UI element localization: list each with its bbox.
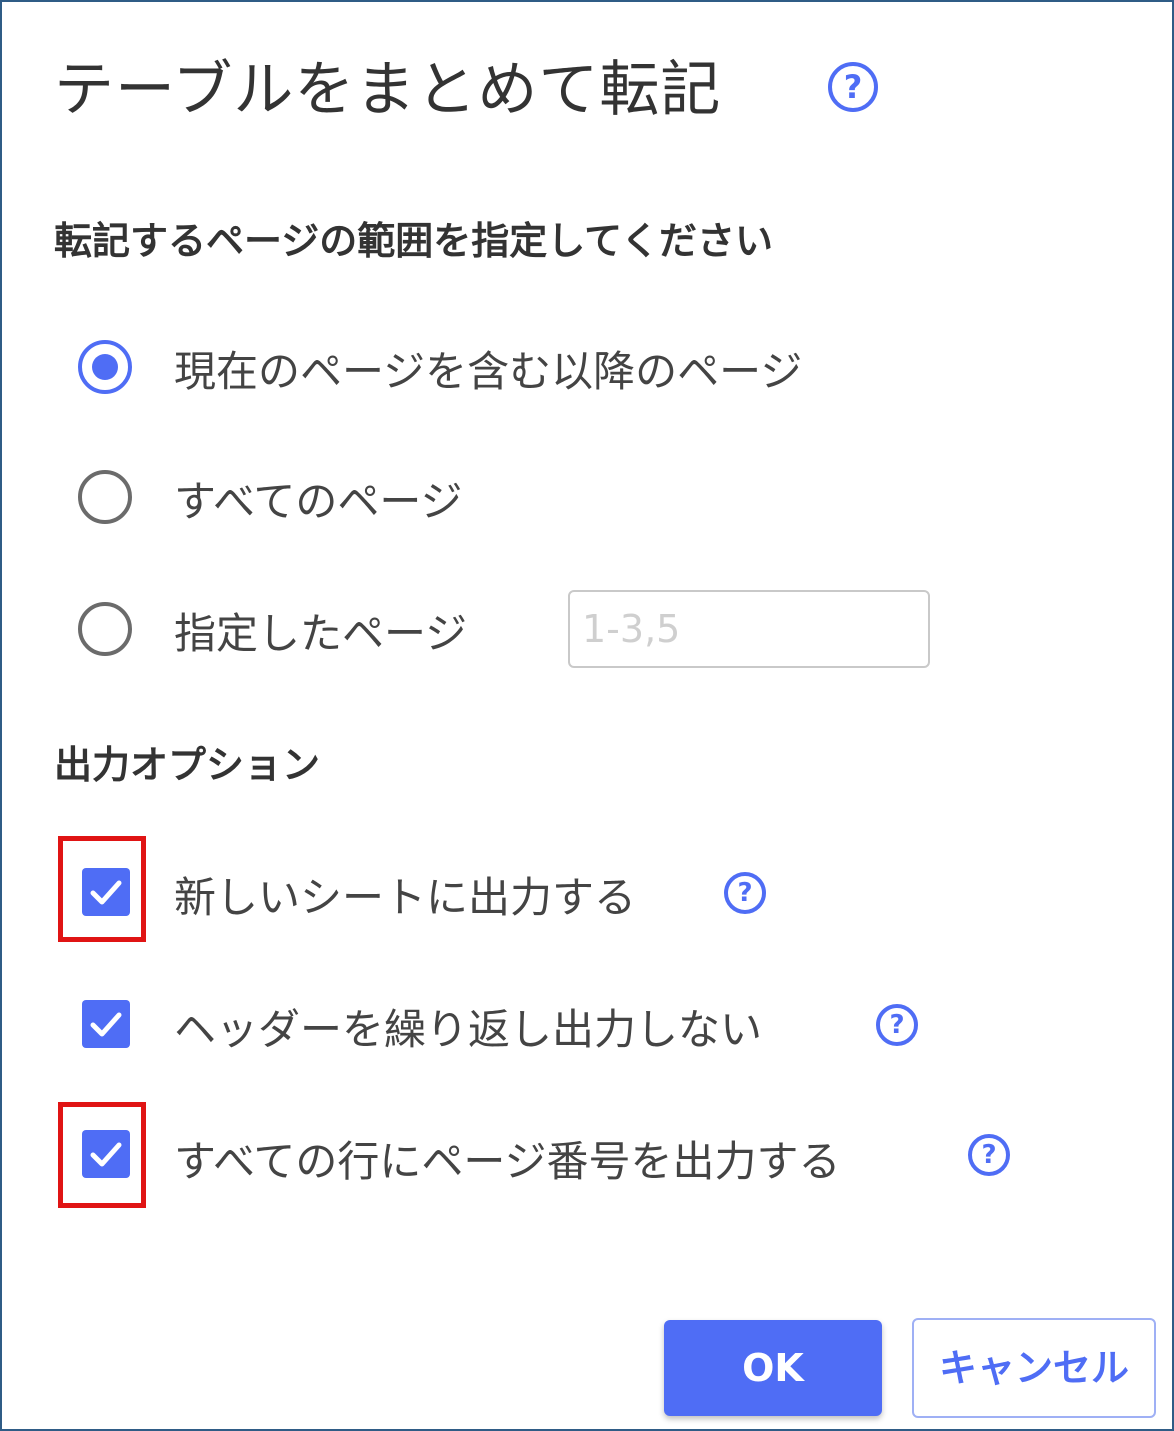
checkmark-icon [90, 1142, 122, 1167]
dialog-title: テーブルをまとめて転記 [54, 55, 722, 125]
checkbox-label-output-new-sheet[interactable]: 新しいシートに出力する [174, 864, 636, 925]
radio-label-specified-pages[interactable]: 指定したページ [174, 600, 467, 661]
radio-current-and-following-pages[interactable] [78, 340, 132, 394]
help-icon-new-sheet[interactable]: ? [724, 872, 766, 914]
radio-specified-pages[interactable] [78, 602, 132, 656]
transcribe-tables-dialog: テーブルをまとめて転記 ? 転記するページの範囲を指定してください 現在のページ… [0, 0, 1174, 1431]
title-help-icon[interactable]: ? [828, 62, 878, 112]
checkbox-output-new-sheet[interactable] [82, 868, 130, 916]
ok-button[interactable]: OK [664, 1320, 882, 1416]
radio-all-pages[interactable] [78, 470, 132, 524]
help-icon-page-number[interactable]: ? [968, 1134, 1010, 1176]
radio-label-current-and-following-pages[interactable]: 現在のページを含む以降のページ [174, 338, 802, 399]
radio-selected-dot [92, 354, 118, 380]
checkbox-label-no-repeat-header[interactable]: ヘッダーを繰り返し出力しない [174, 996, 762, 1057]
checkbox-no-repeat-header[interactable] [82, 1000, 130, 1048]
checkmark-icon [90, 1012, 122, 1037]
checkbox-label-page-number-every-row[interactable]: すべての行にページ番号を出力する [174, 1128, 841, 1189]
radio-label-all-pages[interactable]: すべてのページ [174, 468, 463, 529]
checkbox-page-number-every-row[interactable] [82, 1130, 130, 1178]
page-range-heading: 転記するページの範囲を指定してください [54, 219, 773, 263]
page-range-input[interactable] [568, 590, 930, 668]
cancel-button[interactable]: キャンセル [912, 1318, 1156, 1418]
help-icon-no-repeat-header[interactable]: ? [876, 1004, 918, 1046]
output-options-heading: 出力オプション [54, 743, 321, 787]
checkmark-icon [90, 880, 122, 905]
